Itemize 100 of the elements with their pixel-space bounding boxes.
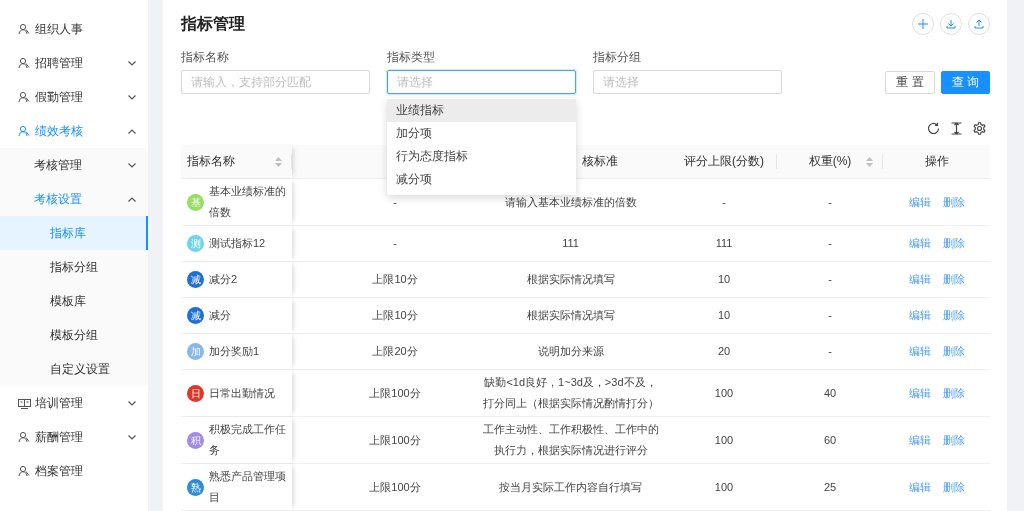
- column-header: 评分上限(分数): [684, 153, 764, 170]
- table-cell-text: 基本业绩标准的倍数: [209, 184, 287, 220]
- table-cell-text: -: [828, 344, 832, 359]
- edit-link[interactable]: 编辑: [908, 429, 931, 451]
- table-cell-text: 按当月实际工作内容自行填写: [499, 479, 642, 495]
- menu-item[interactable]: 指标库: [0, 216, 148, 250]
- field-label: 指标分组: [593, 49, 642, 66]
- delete-link[interactable]: 删除: [942, 233, 965, 254]
- menu-item[interactable]: 组织人事: [0, 12, 148, 46]
- menu-item[interactable]: 薪酬管理: [0, 420, 148, 454]
- delete-link[interactable]: 删除: [942, 382, 965, 404]
- refresh-icon[interactable]: [927, 121, 940, 135]
- settings-icon[interactable]: [973, 121, 986, 135]
- menu-item[interactable]: 培训管理: [0, 386, 148, 420]
- download-icon: [946, 19, 956, 29]
- table-cell-text: 上限100分: [369, 479, 421, 495]
- dropdown-option[interactable]: 减分项: [387, 168, 576, 191]
- user-icon: [18, 91, 30, 103]
- table-cell-text: 说明加分来源: [537, 344, 604, 359]
- dropdown-option[interactable]: 加分项: [387, 122, 576, 145]
- table-cell-text: 111: [715, 236, 733, 251]
- menu-item[interactable]: 招聘管理: [0, 46, 148, 80]
- table-cell-text: 25: [823, 479, 837, 495]
- chevron-down-icon[interactable]: [128, 400, 136, 406]
- table-cell-text: -: [828, 236, 832, 251]
- table-cell-text: -: [828, 272, 832, 287]
- avatar: 减: [187, 271, 204, 288]
- user-icon: [18, 431, 30, 443]
- field-label: 指标名称: [181, 49, 230, 66]
- row-height-icon[interactable]: [950, 121, 963, 135]
- avatar: 加: [187, 343, 204, 360]
- edit-link[interactable]: 编辑: [908, 269, 931, 290]
- user-icon: [18, 125, 30, 137]
- edit-link[interactable]: 编辑: [908, 382, 931, 404]
- menu-item[interactable]: 档案管理: [0, 454, 148, 488]
- edit-link[interactable]: 编辑: [908, 191, 931, 213]
- chevron-up-icon[interactable]: [128, 128, 136, 134]
- table-cell-text: 减分2: [209, 272, 239, 287]
- table-cell-text: 上限20分: [372, 344, 418, 359]
- avatar: 熟: [187, 478, 204, 496]
- table-cell-text: 积极完成工作任务: [209, 422, 287, 458]
- menu-item[interactable]: 指标分组: [0, 250, 148, 284]
- delete-link[interactable]: 删除: [942, 305, 965, 326]
- delete-link[interactable]: 删除: [942, 476, 965, 498]
- avatar: 积: [187, 431, 204, 449]
- column-header: 操作: [924, 153, 949, 170]
- table-cell-text: 上限100分: [369, 432, 421, 448]
- table-cell-text: 上限100分: [369, 385, 421, 401]
- table-cell-text: -: [393, 194, 397, 210]
- delete-link[interactable]: 删除: [942, 191, 965, 213]
- chevron-down-icon[interactable]: [128, 94, 136, 100]
- table-cell-text: 20: [717, 344, 731, 359]
- query-button[interactable]: 查 询: [940, 71, 990, 94]
- menu-item[interactable]: 模板分组: [0, 318, 148, 352]
- menu-item[interactable]: 绩效考核: [0, 114, 148, 148]
- table-cell-text: 根据实际情况填写: [526, 308, 615, 323]
- avatar: 测: [187, 235, 204, 252]
- menu-item[interactable]: 考核管理: [0, 148, 148, 182]
- edit-link[interactable]: 编辑: [908, 476, 931, 498]
- dropdown-option[interactable]: 业绩指标: [387, 99, 576, 122]
- user-icon: [18, 57, 30, 69]
- delete-link[interactable]: 删除: [942, 269, 965, 290]
- menu-item[interactable]: 考核设置: [0, 182, 148, 216]
- chevron-down-icon[interactable]: [128, 434, 136, 440]
- avatar: 日: [187, 384, 204, 402]
- input-field[interactable]: 请输入，支持部分匹配: [181, 70, 370, 94]
- chevron-down-icon[interactable]: [128, 162, 136, 168]
- table-cell-text: -: [828, 194, 832, 210]
- table-cell-text: 加分奖励1: [209, 344, 261, 359]
- table-cell-text: -: [722, 194, 726, 210]
- chevron-down-icon[interactable]: [128, 60, 136, 66]
- chevron-up-icon[interactable]: [128, 196, 136, 202]
- column-header: 核标准: [582, 153, 618, 170]
- table-cell-text: 工作主动性、工作积极性、工作中的执行力，根据实际情况进行评分: [482, 422, 659, 458]
- table-cell-text: -: [393, 236, 397, 251]
- delete-link[interactable]: 删除: [942, 341, 965, 362]
- user-icon: [18, 465, 30, 477]
- edit-link[interactable]: 编辑: [908, 341, 931, 362]
- menu-item[interactable]: 自定义设置: [0, 352, 148, 386]
- dropdown-option[interactable]: 行为态度指标: [387, 145, 576, 168]
- input-field[interactable]: 请选择: [593, 70, 782, 94]
- table-cell-text: 10: [717, 272, 731, 287]
- menu-item[interactable]: 模板库: [0, 284, 148, 318]
- field-label: 指标类型: [387, 49, 436, 66]
- delete-link[interactable]: 删除: [942, 429, 965, 451]
- upload-icon: [974, 19, 984, 29]
- reset-button[interactable]: 重 置: [885, 71, 935, 94]
- plus-icon: [918, 19, 928, 29]
- column-header: 指标名称: [187, 153, 235, 170]
- input-field[interactable]: 请选择: [387, 70, 576, 94]
- table-cell-text: 100: [714, 479, 734, 495]
- edit-link[interactable]: 编辑: [908, 233, 931, 254]
- table-cell-text: 100: [714, 432, 734, 448]
- table-cell-text: 熟悉产品管理项目: [209, 469, 287, 505]
- edit-link[interactable]: 编辑: [908, 305, 931, 326]
- board-icon: [18, 397, 31, 409]
- table-cell-text: 100: [714, 385, 734, 401]
- table-cell-text: 40: [823, 385, 837, 401]
- table-cell-text: 根据实际情况填写: [526, 272, 615, 287]
- menu-item[interactable]: 假勤管理: [0, 80, 148, 114]
